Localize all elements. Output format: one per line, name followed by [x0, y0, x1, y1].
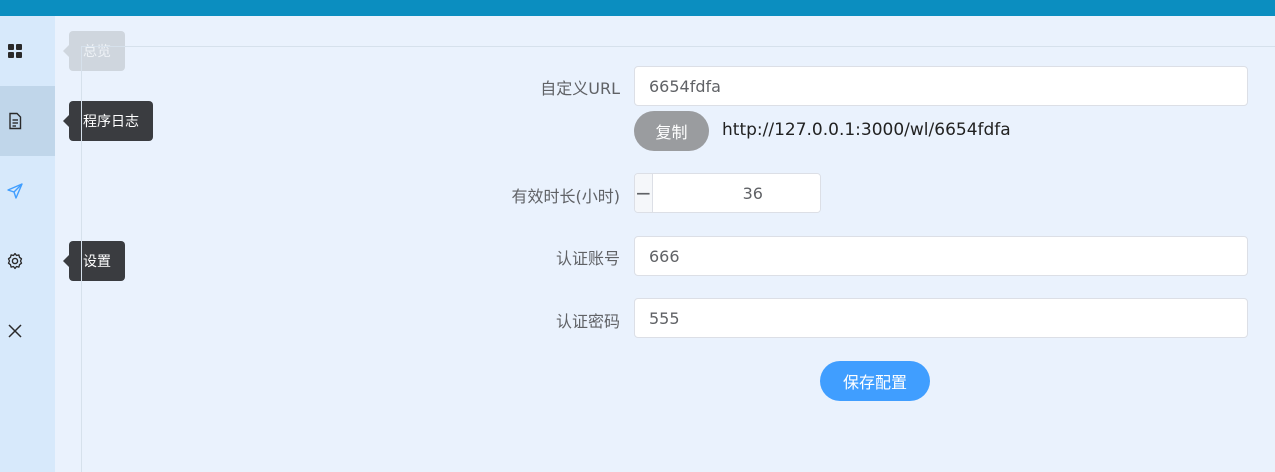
copy-button[interactable]: 复制: [634, 111, 709, 151]
custom-url-label: 自定义URL: [540, 79, 620, 98]
gear-icon: [5, 251, 25, 271]
custom-url-input[interactable]: [634, 66, 1248, 106]
duration-input[interactable]: [652, 174, 820, 212]
close-icon: [5, 321, 25, 341]
sidebar-item-send[interactable]: [0, 156, 55, 226]
sidebar-item-close[interactable]: [0, 296, 55, 366]
document-icon: [5, 111, 25, 131]
duration-label: 有效时长(小时): [511, 187, 621, 206]
save-config-button[interactable]: 保存配置: [820, 361, 930, 401]
auth-password-input[interactable]: [634, 298, 1248, 338]
tooltip-settings: 设置: [63, 241, 125, 281]
send-icon: [5, 181, 25, 201]
auth-account-input[interactable]: [634, 236, 1248, 276]
decrement-button[interactable]: −: [635, 174, 653, 212]
full-url-text: http://127.0.0.1:3000/wl/6654fdfa: [722, 120, 1011, 140]
top-bar: [0, 0, 1275, 16]
content-divider-horizontal: [81, 46, 1275, 47]
sidebar-item-overview[interactable]: [0, 16, 55, 86]
content-divider-vertical: [81, 46, 82, 472]
tooltip-overview: 总览: [63, 31, 125, 71]
grid-icon: [5, 41, 25, 61]
sidebar-item-logs[interactable]: [0, 86, 55, 156]
sidebar-item-settings[interactable]: [0, 226, 55, 296]
duration-stepper: − +: [634, 173, 821, 213]
auth-account-label: 认证账号: [555, 249, 620, 268]
auth-password-label: 认证密码: [555, 312, 620, 331]
sidebar: [0, 16, 55, 472]
